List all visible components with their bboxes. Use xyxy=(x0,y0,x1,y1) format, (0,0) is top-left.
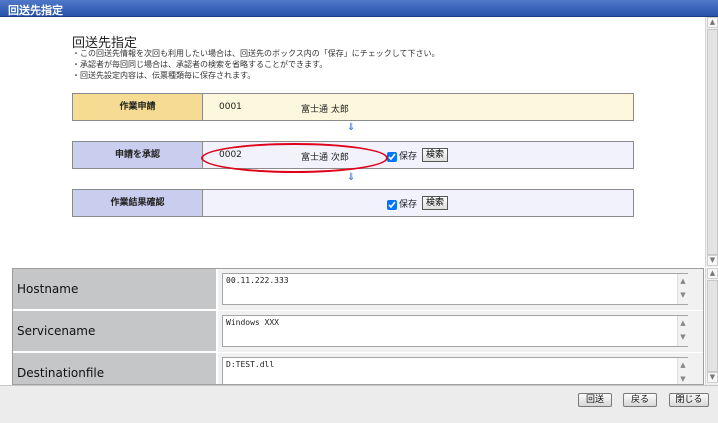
instruction-note: ・回送先設定内容は、伝票種類毎に保存されます。 xyxy=(72,71,256,80)
field-cell: 00.11.222.333 ▲ ▼ xyxy=(218,269,703,310)
scroll-thumb[interactable] xyxy=(707,280,718,372)
close-button[interactable]: 閉じる xyxy=(669,393,709,407)
field-label: Servicename xyxy=(13,311,216,352)
search-approver-button[interactable]: 検索 xyxy=(422,196,449,210)
form-row-destinationfile: Destinationfile D:TEST.dll ▲ ▼ xyxy=(13,353,703,384)
route-step-label: 作業結果確認 xyxy=(73,190,203,216)
highlight-ellipse xyxy=(201,143,388,173)
window-title: 回送先指定 xyxy=(8,4,63,17)
save-checkbox[interactable]: 保存 xyxy=(387,197,417,210)
destinationfile-field[interactable]: D:TEST.dll xyxy=(222,357,688,384)
scroll-up-icon[interactable]: ▲ xyxy=(707,17,718,28)
upper-scrollbar[interactable]: ▲ ▼ xyxy=(705,17,718,267)
double-chevron-down-icon: ⇓ xyxy=(347,122,356,133)
textarea-scroll-icon[interactable]: ▲ ▼ xyxy=(677,316,688,346)
field-label: Hostname xyxy=(13,269,216,310)
route-step-label: 作業申請 xyxy=(73,94,203,120)
search-approver-button[interactable]: 検索 xyxy=(422,148,449,162)
save-checkbox-label: 保存 xyxy=(399,152,418,162)
scroll-up-icon[interactable]: ▲ xyxy=(707,268,718,279)
save-checkbox-input[interactable] xyxy=(387,199,397,210)
scroll-down-icon[interactable]: ▼ xyxy=(707,255,718,266)
field-cell: D:TEST.dll ▲ ▼ xyxy=(218,353,703,384)
textarea-scroll-icon[interactable]: ▲ ▼ xyxy=(677,274,688,304)
instruction-note: ・この回送先情報を次回も利用したい場合は、回送先のボックス内の「保存」にチェック… xyxy=(72,49,440,58)
save-checkbox-input[interactable] xyxy=(387,151,397,162)
hostname-field[interactable]: 00.11.222.333 xyxy=(222,273,688,305)
approver-name: 富士通 太郎 xyxy=(301,105,349,115)
back-button[interactable]: 戻る xyxy=(623,393,657,407)
form-scrollbar[interactable]: ▲ ▼ xyxy=(705,268,718,385)
approver-code: 0001 xyxy=(219,102,242,112)
instruction-note: ・承認者が毎回同じ場合は、承認者の検索を省略することができます。 xyxy=(72,60,328,69)
route-step-label: 申請を承認 xyxy=(73,142,203,168)
action-bar: 回送 戻る 閉じる xyxy=(0,385,718,423)
save-checkbox[interactable]: 保存 xyxy=(387,149,417,162)
scroll-down-icon[interactable]: ▼ xyxy=(707,372,718,383)
route-step-confirm: 作業結果確認 保存 検索 xyxy=(72,189,634,217)
textarea-scroll-icon[interactable]: ▲ ▼ xyxy=(677,358,688,384)
save-checkbox-label: 保存 xyxy=(399,200,418,210)
send-button[interactable]: 回送 xyxy=(578,393,612,407)
double-chevron-down-icon: ⇓ xyxy=(347,172,356,183)
route-panel: 回送先指定 ・この回送先情報を次回も利用したい場合は、回送先のボックス内の「保存… xyxy=(0,17,705,267)
form-row-hostname: Hostname 00.11.222.333 ▲ ▼ xyxy=(13,269,703,311)
field-label: Destinationfile xyxy=(13,353,216,384)
server-settings-form: Hostname 00.11.222.333 ▲ ▼ Servicename Wi… xyxy=(12,268,704,385)
scroll-thumb[interactable] xyxy=(707,29,718,255)
field-cell: Windows XXX ▲ ▼ xyxy=(218,311,703,352)
servicename-field[interactable]: Windows XXX xyxy=(222,315,688,347)
route-step-request: 作業申請 0001 富士通 太郎 xyxy=(72,93,634,121)
form-row-servicename: Servicename Windows XXX ▲ ▼ xyxy=(13,311,703,353)
window-titlebar: 回送先指定 xyxy=(0,0,718,17)
